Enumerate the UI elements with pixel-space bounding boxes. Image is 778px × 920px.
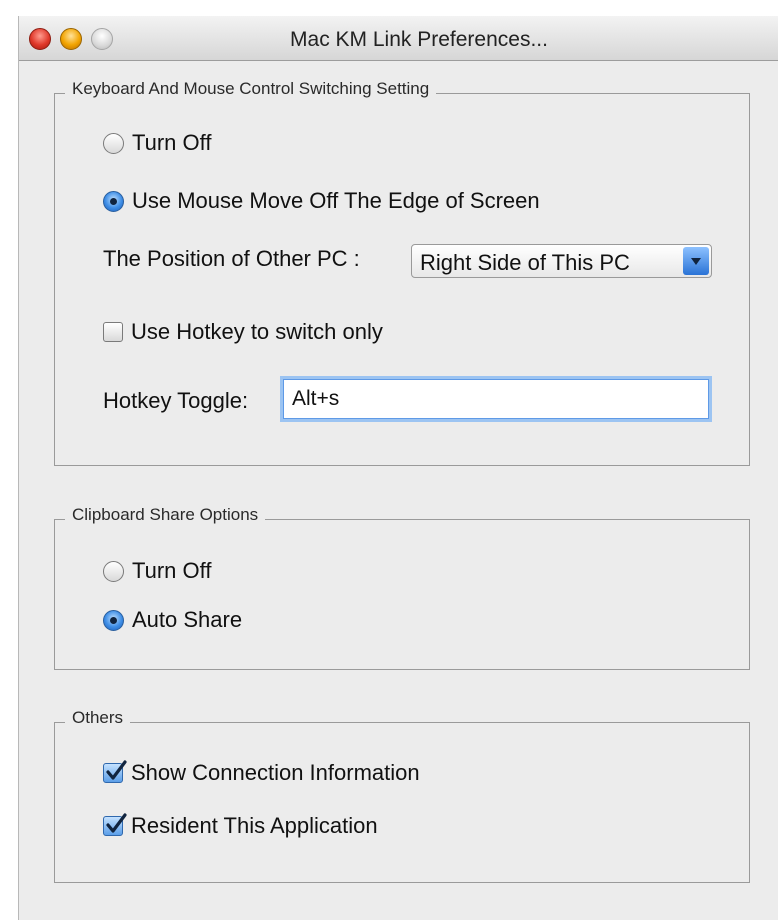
switching-settings-legend: Keyboard And Mouse Control Switching Set… bbox=[65, 79, 437, 99]
show-connection-label: Show Connection Information bbox=[131, 760, 420, 785]
clipboard-turn-off-option[interactable]: Turn Off bbox=[103, 558, 211, 584]
hotkey-toggle-input[interactable] bbox=[283, 379, 709, 419]
switching-turn-off-label: Turn Off bbox=[132, 130, 212, 155]
clipboard-turn-off-radio[interactable] bbox=[103, 560, 124, 582]
hotkey-only-label: Use Hotkey to switch only bbox=[131, 319, 383, 344]
switching-turn-off-option[interactable]: Turn Off bbox=[103, 130, 211, 156]
checkmark-icon bbox=[106, 760, 127, 780]
others-group: Others Show Connection Information Resid… bbox=[54, 708, 750, 883]
auto-share-radio[interactable] bbox=[103, 609, 124, 631]
auto-share-option[interactable]: Auto Share bbox=[103, 607, 242, 633]
others-legend: Others bbox=[65, 708, 131, 728]
title-bar[interactable]: Mac KM Link Preferences... bbox=[19, 16, 778, 61]
show-connection-checkbox[interactable] bbox=[103, 760, 127, 783]
mouse-edge-option[interactable]: Use Mouse Move Off The Edge of Screen bbox=[103, 188, 540, 214]
position-label: The Position of Other PC : bbox=[103, 246, 360, 271]
mouse-edge-label: Use Mouse Move Off The Edge of Screen bbox=[132, 188, 540, 213]
switching-settings-group: Keyboard And Mouse Control Switching Set… bbox=[54, 79, 750, 466]
position-select[interactable]: Right Side of This PC bbox=[411, 244, 712, 278]
mouse-edge-radio[interactable] bbox=[103, 190, 124, 212]
checkmark-icon bbox=[106, 813, 127, 833]
resident-option[interactable]: Resident This Application bbox=[103, 813, 378, 839]
resident-checkbox[interactable] bbox=[103, 813, 127, 836]
clipboard-options-group: Clipboard Share Options Turn Off Auto Sh… bbox=[54, 505, 750, 670]
chevron-down-icon[interactable] bbox=[683, 247, 709, 275]
hotkey-toggle-label: Hotkey Toggle: bbox=[103, 388, 249, 413]
resident-label: Resident This Application bbox=[131, 813, 378, 838]
position-select-value: Right Side of This PC bbox=[420, 250, 630, 275]
clipboard-options-legend: Clipboard Share Options bbox=[65, 505, 266, 525]
show-connection-option[interactable]: Show Connection Information bbox=[103, 760, 420, 786]
window-title: Mac KM Link Preferences... bbox=[290, 28, 548, 51]
clipboard-turn-off-label: Turn Off bbox=[132, 558, 212, 583]
switching-turn-off-radio[interactable] bbox=[103, 132, 124, 154]
auto-share-label: Auto Share bbox=[132, 607, 243, 632]
hotkey-only-checkbox[interactable] bbox=[103, 322, 123, 342]
preferences-window: Mac KM Link Preferences... Keyboard And … bbox=[18, 16, 778, 920]
hotkey-only-option[interactable]: Use Hotkey to switch only bbox=[103, 319, 383, 345]
